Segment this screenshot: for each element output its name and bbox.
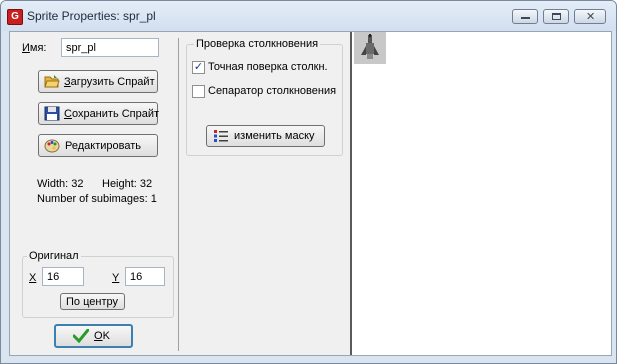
floppy-disk-icon: [44, 106, 60, 121]
maximize-button[interactable]: [543, 9, 569, 24]
checkmark-icon: [73, 329, 89, 343]
origin-y-input[interactable]: [125, 267, 165, 286]
panel-separator: [178, 38, 179, 351]
origin-group-title: Оригинал: [27, 250, 81, 262]
load-sprite-button[interactable]: Загрузить Спрайт: [38, 70, 158, 93]
sprite-properties-window: G Sprite Properties: spr_pl ✕ Имя: Загру…: [0, 0, 617, 364]
close-icon: ✕: [586, 11, 596, 23]
subimages-info: Number of subimages: 1: [37, 193, 157, 205]
name-label: Имя:: [22, 42, 47, 54]
palette-icon: [44, 139, 60, 153]
center-origin-button[interactable]: По центру: [60, 293, 125, 310]
window-title: Sprite Properties: spr_pl: [27, 9, 156, 23]
origin-x-input[interactable]: [42, 267, 84, 286]
edit-sprite-button[interactable]: Редактировать: [38, 134, 158, 157]
minimize-button[interactable]: [512, 9, 538, 24]
collision-group-title: Проверка столкновения: [194, 38, 321, 50]
height-info: Height: 32: [102, 178, 153, 190]
sprite-image: [361, 34, 379, 59]
client-area: Имя: Загрузить Спрайт Сохранить Спрайт: [9, 31, 612, 356]
name-input[interactable]: [61, 38, 159, 57]
ok-button[interactable]: OK: [54, 324, 133, 348]
origin-x-label: X: [29, 272, 37, 284]
edit-label: Редактировать: [65, 139, 141, 152]
center-label: По центру: [66, 295, 118, 308]
load-label: агрузить Спрайт: [70, 75, 155, 88]
save-sprite-button[interactable]: Сохранить Спрайт: [38, 102, 160, 125]
separate-collision-label: Сепаратор столкновения: [208, 85, 337, 97]
folder-open-icon: [44, 75, 60, 88]
sprite-preview: [350, 32, 611, 355]
width-info: Width: 32: [37, 178, 84, 190]
modify-mask-button[interactable]: изменить маску: [206, 125, 325, 147]
sprite-thumbnail: [354, 32, 386, 64]
separate-collision-checkbox[interactable]: [192, 85, 205, 98]
ok-label: K: [102, 330, 110, 342]
title-bar[interactable]: G Sprite Properties: spr_pl ✕: [1, 1, 616, 31]
close-button[interactable]: ✕: [574, 9, 606, 24]
ok-label-mnemonic: O: [94, 330, 103, 342]
precise-collision-label: Точная поверка столкн.: [208, 61, 328, 73]
save-label: охранить Спрайт: [71, 107, 160, 120]
mask-label: изменить маску: [234, 130, 315, 142]
origin-y-label: Y: [112, 272, 120, 284]
app-icon: G: [7, 9, 23, 25]
minimize-icon: [521, 17, 530, 19]
load-label-mnemonic: З: [64, 75, 71, 88]
precise-collision-checkbox[interactable]: ✓: [192, 61, 205, 74]
list-icon: [214, 130, 228, 142]
save-label-mnemonic: С: [64, 107, 72, 120]
maximize-icon: [552, 13, 561, 20]
